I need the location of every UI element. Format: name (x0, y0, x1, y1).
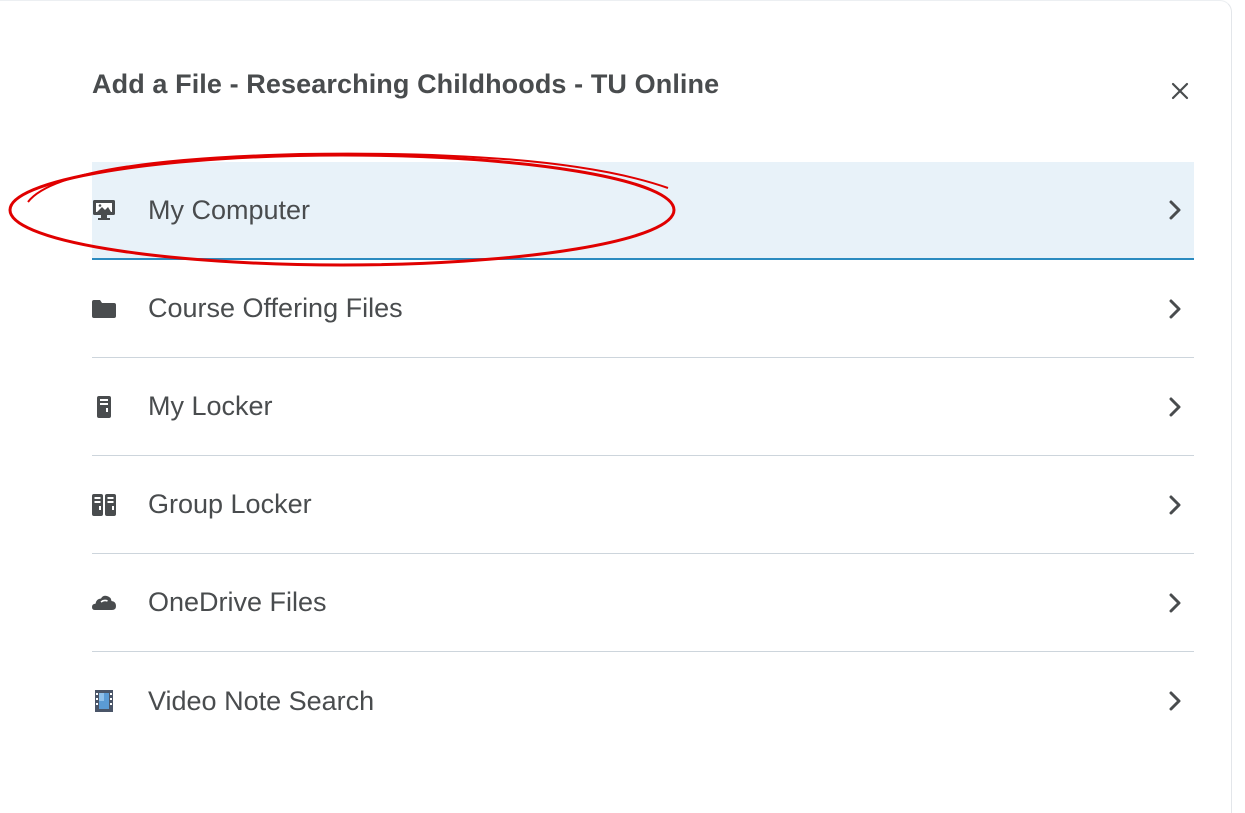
close-button[interactable] (1160, 71, 1200, 111)
source-item-label: Group Locker (148, 489, 312, 519)
chevron-right-icon (1168, 299, 1188, 323)
chevron-right-icon (1168, 200, 1188, 224)
source-item-label: Video Note Search (148, 685, 375, 716)
cloud-icon (92, 591, 116, 615)
chevron-right-icon (1168, 593, 1188, 617)
group-locker-icon (92, 493, 116, 517)
chevron-right-icon (1168, 495, 1188, 519)
source-item-label: Course Offering Files (148, 293, 403, 323)
file-source-list: My Computer Course Offering Files My Loc… (92, 162, 1194, 750)
add-file-dialog: Add a File - Researching Childhoods - TU… (0, 0, 1232, 813)
locker-icon (92, 395, 116, 419)
source-item-label: My Locker (148, 391, 273, 421)
source-item-course-offering-files[interactable]: Course Offering Files (92, 260, 1194, 358)
source-item-video-note-search[interactable]: Video Note Search (92, 652, 1194, 750)
folder-icon (92, 297, 116, 321)
video-note-icon (92, 689, 116, 713)
page: Add a File - Researching Childhoods - TU… (0, 0, 1245, 813)
source-item-my-locker[interactable]: My Locker (92, 358, 1194, 456)
close-icon (1171, 82, 1189, 100)
source-item-group-locker[interactable]: Group Locker (92, 456, 1194, 554)
source-item-label: OneDrive Files (148, 587, 327, 617)
desktop-computer-icon (92, 198, 116, 222)
chevron-right-icon (1168, 397, 1188, 421)
source-item-onedrive-files[interactable]: OneDrive Files (92, 554, 1194, 652)
chevron-right-icon (1168, 691, 1188, 715)
source-item-my-computer[interactable]: My Computer (92, 162, 1194, 260)
source-item-label: My Computer (148, 194, 311, 225)
dialog-title: Add a File - Researching Childhoods - TU… (92, 69, 720, 99)
